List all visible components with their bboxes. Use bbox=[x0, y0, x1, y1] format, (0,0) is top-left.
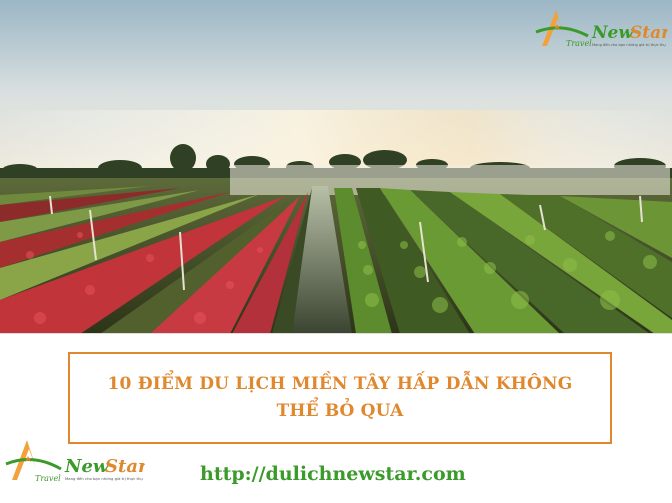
article-title-line-1: 10 ĐIỂM DU LỊCH MIỀN TÂY HẤP DẪN KHÔNG bbox=[107, 374, 573, 394]
article-title-frame: 10 ĐIỂM DU LỊCH MIỀN TÂY HẤP DẪN KHÔNG T… bbox=[68, 352, 612, 444]
article-title-line-2: THỂ BỎ QUA bbox=[276, 401, 404, 421]
website-url-link[interactable]: http://dulichnewstar.com bbox=[200, 461, 500, 487]
svg-text:New: New bbox=[64, 456, 110, 477]
svg-text:Travel: Travel bbox=[566, 39, 592, 48]
mist bbox=[230, 165, 670, 195]
svg-text:Star: Star bbox=[630, 23, 668, 43]
svg-text:Travel: Travel bbox=[35, 474, 61, 483]
newstar-logo[interactable]: Travel New Star Mang đến cho bạn những g… bbox=[534, 6, 671, 52]
left-flower-rows bbox=[0, 186, 312, 334]
newstar-footer-logo[interactable]: Travel New Star Mang đến cho bạn những g… bbox=[5, 436, 149, 486]
svg-text:Mang đến cho bạn những giá trị: Mang đến cho bạn những giá trị thực thụ bbox=[65, 476, 143, 481]
svg-text:Mang đến cho bạn những giá trị: Mang đến cho bạn những giá trị thực thụ bbox=[592, 43, 666, 47]
svg-text:Star: Star bbox=[105, 456, 145, 477]
svg-text:New: New bbox=[591, 23, 634, 43]
